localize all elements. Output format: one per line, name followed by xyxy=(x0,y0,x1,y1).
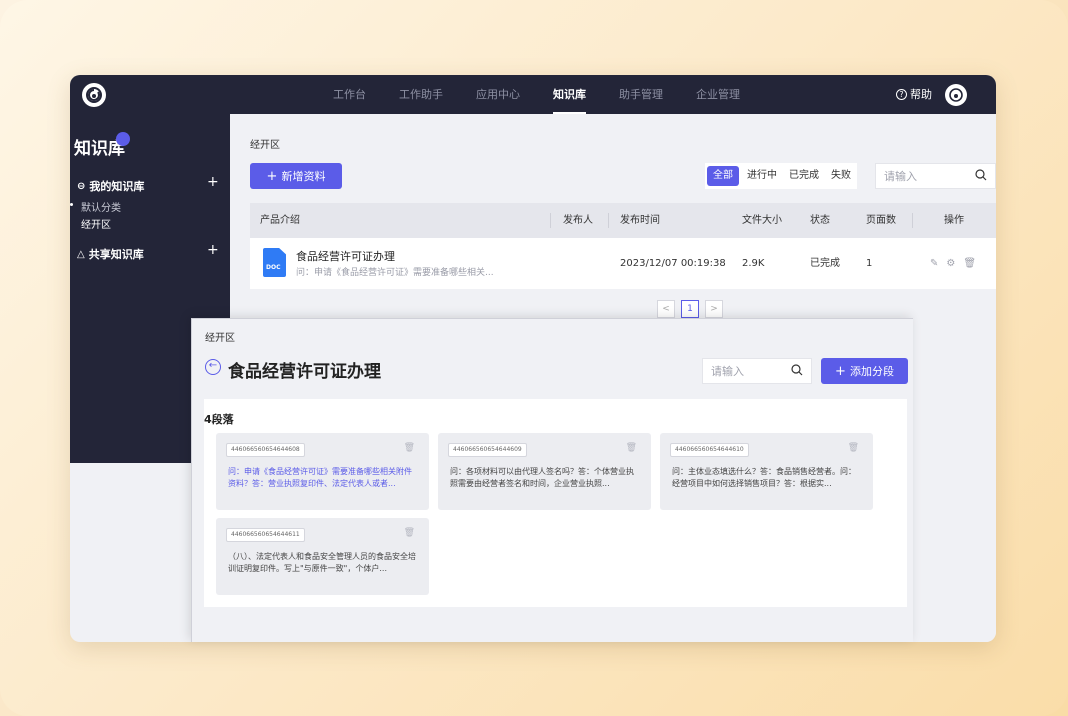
sidebar-shared-kb[interactable]: △ 共享知识库 xyxy=(77,246,144,262)
row-publish-time: 2023/12/07 00:19:38 xyxy=(620,258,726,269)
segment-id: 446066560654644608 xyxy=(226,443,305,457)
search-placeholder: 请输入 xyxy=(884,170,917,183)
segment-id: 446066560654644611 xyxy=(226,528,305,542)
col-publisher: 发布人 xyxy=(563,215,593,226)
main-nav: 工作台 工作助手 应用中心 知识库 助手管理 企业管理 xyxy=(333,75,773,114)
add-material-label: 新增资料 xyxy=(281,170,326,183)
background-frame: 工作台 工作助手 应用中心 知识库 助手管理 企业管理 ? 帮助 知识库 ⊖ 我… xyxy=(0,0,1068,716)
sidebar-item-default[interactable]: 默认分类 xyxy=(81,199,121,214)
pagination-page-current[interactable]: 1 xyxy=(681,300,699,318)
app-logo-icon[interactable] xyxy=(82,83,106,107)
status-filter: 全部 进行中 已完成 失败 xyxy=(705,163,857,189)
search-icon[interactable] xyxy=(975,168,987,184)
segment-card[interactable]: 446066560654644608 🗑 问：申请《食品经营许可证》需要准备哪些… xyxy=(216,433,429,510)
delete-icon[interactable]: 🗑 xyxy=(404,528,415,538)
pagination-next[interactable]: > xyxy=(705,300,723,318)
delete-icon[interactable]: 🗑 xyxy=(404,443,415,453)
breadcrumb: 经开区 xyxy=(250,140,280,151)
nav-workbench[interactable]: 工作台 xyxy=(333,75,366,114)
column-divider xyxy=(608,213,609,228)
nav-knowledge-base[interactable]: 知识库 xyxy=(553,75,586,114)
sidebar-title-badge-icon xyxy=(116,132,130,146)
table-row[interactable]: DOC 食品经营许可证办理 问：申请《食品经营许可证》需要准备哪些相关... 2… xyxy=(250,238,996,289)
nav-app-center[interactable]: 应用中心 xyxy=(476,75,520,114)
folder-icon: ⊖ xyxy=(77,180,86,192)
avatar[interactable] xyxy=(945,84,967,106)
segment-card[interactable]: 446066560654644609 🗑 问：各项材料可以由代理人签名吗？答：个… xyxy=(438,433,651,510)
add-my-kb-icon[interactable]: + xyxy=(207,174,219,190)
plus-icon: + xyxy=(835,363,846,379)
segment-id: 446066560654644609 xyxy=(448,443,527,457)
row-status: 已完成 xyxy=(810,258,840,269)
nav-work-assistant[interactable]: 工作助手 xyxy=(399,75,443,114)
settings-icon[interactable]: ⚙ xyxy=(946,238,955,289)
doc-file-type: DOC xyxy=(266,264,281,271)
table-header: 产品介绍 发布人 发布时间 文件大小 状态 页面数 操作 xyxy=(250,203,996,238)
col-publish-time: 发布时间 xyxy=(620,215,660,226)
help-icon: ? xyxy=(896,89,907,100)
segment-card[interactable]: 446066560654644610 🗑 问：主体业态填选什么？答：食品销售经营… xyxy=(660,433,873,510)
shared-icon: △ xyxy=(77,248,85,260)
help-label: 帮助 xyxy=(910,88,932,101)
filter-failed[interactable]: 失败 xyxy=(825,163,857,189)
sidebar-item-jingkaiqu[interactable]: 经开区 xyxy=(81,216,111,231)
back-icon[interactable]: ← xyxy=(205,359,221,375)
col-status: 状态 xyxy=(810,215,830,226)
row-description: 问：申请《食品经营许可证》需要准备哪些相关... xyxy=(296,268,494,278)
detail-search-icon[interactable] xyxy=(791,363,803,379)
top-nav-bar: 工作台 工作助手 应用中心 知识库 助手管理 企业管理 ? 帮助 xyxy=(70,75,996,114)
detail-panel: 经开区 ← 食品经营许可证办理 请输入 + 添加分段 4段落 446066560… xyxy=(191,318,913,642)
add-material-button[interactable]: + 新增资料 xyxy=(250,163,342,189)
search-input[interactable]: 请输入 xyxy=(875,163,996,189)
filter-all[interactable]: 全部 xyxy=(707,166,739,186)
filter-completed[interactable]: 已完成 xyxy=(783,163,825,189)
col-product-intro: 产品介绍 xyxy=(260,215,300,226)
col-actions: 操作 xyxy=(944,215,964,226)
add-segment-button[interactable]: + 添加分段 xyxy=(821,358,908,384)
plus-icon: + xyxy=(266,168,278,184)
row-actions: ✎ ⚙ 🗑 xyxy=(930,238,976,289)
add-shared-kb-icon[interactable]: + xyxy=(207,242,219,258)
edit-icon[interactable]: ✎ xyxy=(930,238,938,289)
segment-text: 问：主体业态填选什么？答：食品销售经营者。问：经营项目中如何选择销售项目？答：根… xyxy=(672,467,856,488)
col-pages: 页面数 xyxy=(866,215,896,226)
column-divider xyxy=(912,213,913,228)
segment-card[interactable]: 446066560654644611 🗑 （八）、法定代表人和食品安全管理人员的… xyxy=(216,518,429,595)
add-segment-label: 添加分段 xyxy=(849,365,894,378)
detail-search-placeholder: 请输入 xyxy=(711,365,744,378)
help-link[interactable]: ? 帮助 xyxy=(896,75,932,114)
col-file-size: 文件大小 xyxy=(742,215,782,226)
row-title[interactable]: 食品经营许可证办理 xyxy=(296,248,395,264)
detail-breadcrumb: 经开区 xyxy=(205,333,235,344)
nav-assistant-management[interactable]: 助手管理 xyxy=(619,75,663,114)
delete-icon[interactable]: 🗑 xyxy=(848,443,859,453)
delete-icon[interactable]: 🗑 xyxy=(963,238,976,289)
sidebar-shared-kb-label: 共享知识库 xyxy=(88,248,144,261)
row-pages: 1 xyxy=(866,258,873,269)
segment-text: （八）、法定代表人和食品安全管理人员的食品安全培训证明复印件。写上"与原件一致"… xyxy=(228,552,416,573)
delete-icon[interactable]: 🗑 xyxy=(626,443,637,453)
segments-container: 4段落 446066560654644608 🗑 问：申请《食品经营许可证》需要… xyxy=(204,399,907,607)
segment-text: 问：申请《食品经营许可证》需要准备哪些相关附件资料？答：营业执照复印件、法定代表… xyxy=(228,467,412,488)
segment-text: 问：各项材料可以由代理人签名吗？答：个体营业执照需要由经营者签名和时间，企业营业… xyxy=(450,467,634,488)
segment-count: 4段落 xyxy=(204,413,234,426)
sidebar-marker xyxy=(70,203,73,206)
doc-file-icon: DOC xyxy=(263,248,286,277)
filter-in-progress[interactable]: 进行中 xyxy=(741,163,783,189)
nav-enterprise-management[interactable]: 企业管理 xyxy=(696,75,740,114)
row-file-size: 2.9K xyxy=(742,258,765,269)
detail-search-input[interactable]: 请输入 xyxy=(702,358,812,384)
detail-title: 食品经营许可证办理 xyxy=(228,362,381,382)
pagination-prev[interactable]: < xyxy=(657,300,675,318)
column-divider xyxy=(550,213,551,228)
segment-id: 446066560654644610 xyxy=(670,443,749,457)
sidebar-my-kb-label: 我的知识库 xyxy=(89,180,145,193)
sidebar-my-kb[interactable]: ⊖ 我的知识库 xyxy=(77,178,144,194)
